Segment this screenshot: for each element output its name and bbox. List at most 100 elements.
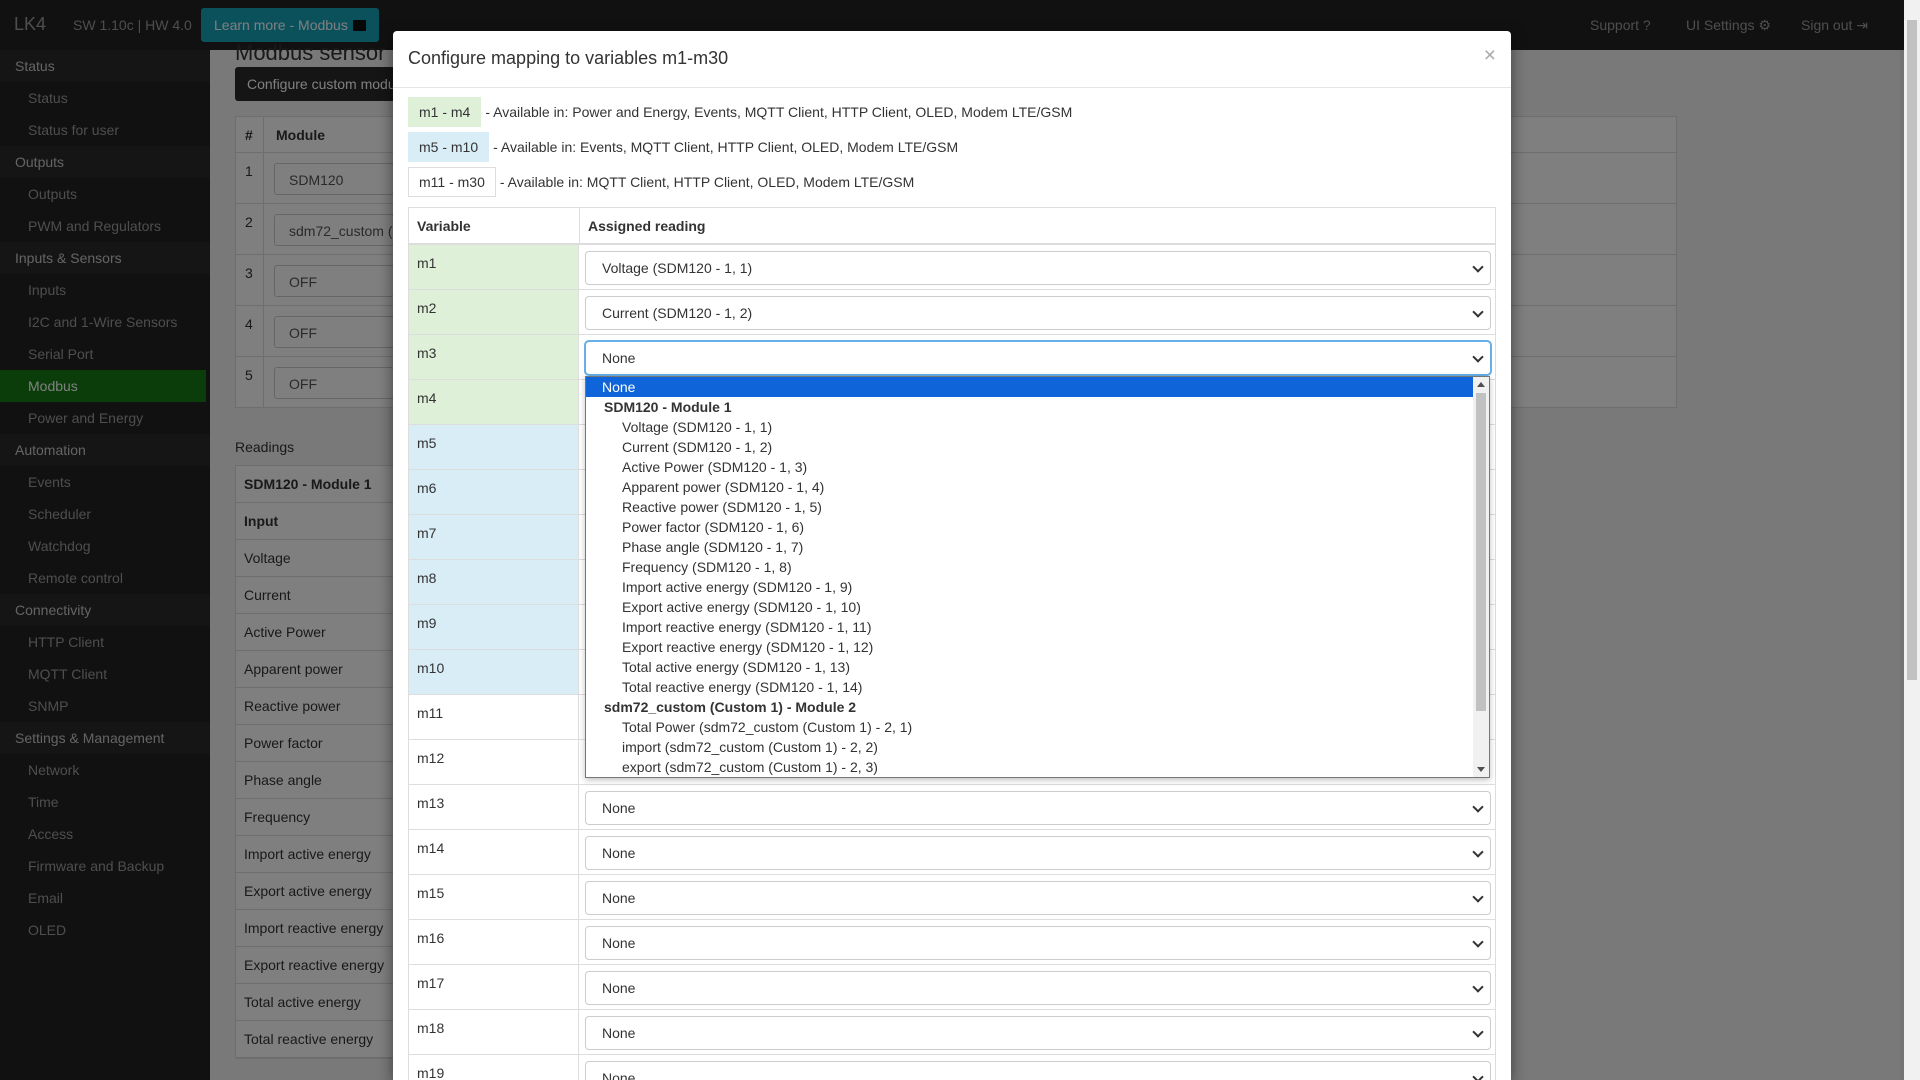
page-scrollbar[interactable]	[1904, 0, 1920, 1080]
dropdown-scrollbar[interactable]	[1473, 377, 1489, 777]
dropdown-option[interactable]: Import reactive energy (SDM120 - 1, 11)	[586, 617, 1489, 637]
chevron-down-icon	[1472, 261, 1484, 273]
select-value: None	[602, 1070, 636, 1080]
dropdown-option[interactable]: Voltage (SDM120 - 1, 1)	[586, 417, 1489, 437]
select-value: None	[602, 890, 636, 906]
legend-row-m5-m10: m5 - m10- Available in: Events, MQTT Cli…	[408, 132, 958, 162]
variable-label: m2	[409, 290, 579, 334]
dropdown-option[interactable]: Import active energy (SDM120 - 1, 9)	[586, 577, 1489, 597]
chevron-down-icon	[1472, 1026, 1484, 1038]
dropdown-scrollbar-thumb[interactable]	[1476, 393, 1486, 711]
modal-title: Configure mapping to variables m1-m30	[408, 48, 729, 68]
dropdown-option[interactable]: Phase angle (SDM120 - 1, 7)	[586, 537, 1489, 557]
legend-tag-m5-m10: m5 - m10	[408, 132, 490, 162]
reading-dropdown-list[interactable]: None SDM120 - Module 1 Voltage (SDM120 -…	[585, 376, 1490, 778]
select-value: None	[602, 350, 636, 366]
variable-label: m3	[409, 335, 579, 379]
variable-label: m18	[409, 1010, 579, 1054]
table-row: m16 None	[409, 920, 1495, 965]
select-value: None	[602, 935, 636, 951]
variable-label: m4	[409, 380, 579, 424]
chevron-down-icon	[1472, 1071, 1484, 1080]
table-row: m1 Voltage (SDM120 - 1, 1)	[409, 245, 1495, 290]
table-row: m19 None	[409, 1055, 1495, 1080]
reading-select[interactable]: None	[585, 791, 1491, 825]
select-value: None	[602, 800, 636, 816]
dropdown-option[interactable]: Export reactive energy (SDM120 - 1, 12)	[586, 637, 1489, 657]
select-value: None	[602, 1025, 636, 1041]
variable-label: m14	[409, 830, 579, 874]
legend-text-m1-m4: - Available in: Power and Energy, Events…	[485, 104, 1073, 120]
dropdown-option[interactable]: Current (SDM120 - 1, 2)	[586, 437, 1489, 457]
reading-select[interactable]: None	[585, 881, 1491, 915]
dropdown-option[interactable]: None	[586, 377, 1489, 397]
dropdown-option[interactable]: export (sdm72_custom (Custom 1) - 2, 3)	[586, 757, 1489, 777]
legend-row-m11-m30: m11 - m30- Available in: MQTT Client, HT…	[408, 167, 914, 197]
close-icon[interactable]: ×	[1484, 45, 1496, 66]
dropdown-option[interactable]: Total Power (sdm72_custom (Custom 1) - 2…	[586, 717, 1489, 737]
reading-select[interactable]: None	[585, 1016, 1491, 1050]
scroll-down-arrow-icon[interactable]	[1477, 767, 1485, 772]
table-row: m3 None	[409, 335, 1495, 380]
chevron-down-icon	[1472, 306, 1484, 318]
dropdown-option[interactable]: import (sdm72_custom (Custom 1) - 2, 2)	[586, 737, 1489, 757]
chevron-down-icon	[1472, 351, 1484, 363]
chevron-down-icon	[1472, 981, 1484, 993]
variable-label: m6	[409, 470, 579, 514]
chevron-down-icon	[1472, 801, 1484, 813]
chevron-down-icon	[1472, 891, 1484, 903]
column-header-assigned-reading: Assigned reading	[588, 218, 706, 234]
variable-label: m10	[409, 650, 579, 694]
reading-select-open[interactable]: None	[585, 341, 1491, 375]
reading-select[interactable]: None	[585, 926, 1491, 960]
select-value: Current (SDM120 - 1, 2)	[602, 305, 753, 321]
variable-label: m11	[409, 695, 579, 739]
table-row: m13 None	[409, 785, 1495, 830]
variable-label: m16	[409, 920, 579, 964]
dropdown-option[interactable]: Active Power (SDM120 - 1, 3)	[586, 457, 1489, 477]
scroll-up-arrow-icon[interactable]	[1477, 382, 1485, 387]
dropdown-group-header: SDM120 - Module 1	[604, 399, 732, 415]
reading-select[interactable]: Voltage (SDM120 - 1, 1)	[585, 251, 1491, 285]
dropdown-option[interactable]: Reactive power (SDM120 - 1, 5)	[586, 497, 1489, 517]
table-header-row: Variable Assigned reading	[409, 208, 1495, 245]
table-row: m14 None	[409, 830, 1495, 875]
chevron-down-icon	[1472, 936, 1484, 948]
reading-select[interactable]: Current (SDM120 - 1, 2)	[585, 296, 1491, 330]
page-scrollbar-thumb[interactable]	[1907, 20, 1917, 680]
variable-label: m15	[409, 875, 579, 919]
select-value: None	[602, 845, 636, 861]
legend-row-m1-m4: m1 - m4- Available in: Power and Energy,…	[408, 97, 1072, 127]
legend-text-m11-m30: - Available in: MQTT Client, HTTP Client…	[499, 174, 915, 190]
table-row: m18 None	[409, 1010, 1495, 1055]
column-header-variable: Variable	[417, 218, 471, 234]
dropdown-option[interactable]: Total reactive energy (SDM120 - 1, 14)	[586, 677, 1489, 697]
dropdown-option[interactable]: Apparent power (SDM120 - 1, 4)	[586, 477, 1489, 497]
reading-select[interactable]: None	[585, 836, 1491, 870]
variable-label: m7	[409, 515, 579, 559]
dropdown-option[interactable]: Frequency (SDM120 - 1, 8)	[586, 557, 1489, 577]
variable-label: m13	[409, 785, 579, 829]
variable-label: m5	[409, 425, 579, 469]
variable-label: m1	[409, 245, 579, 289]
legend-tag-m1-m4: m1 - m4	[408, 97, 482, 127]
dropdown-option[interactable]: Total active energy (SDM120 - 1, 13)	[586, 657, 1489, 677]
select-value: Voltage (SDM120 - 1, 1)	[602, 260, 753, 276]
table-row: m2 Current (SDM120 - 1, 2)	[409, 290, 1495, 335]
legend-text-m5-m10: - Available in: Events, MQTT Client, HTT…	[493, 139, 959, 155]
table-row: m15 None	[409, 875, 1495, 920]
variable-label: m19	[409, 1055, 579, 1080]
select-value: None	[602, 980, 636, 996]
variable-label: m8	[409, 560, 579, 604]
legend-tag-m11-m30: m11 - m30	[408, 167, 496, 197]
reading-select[interactable]: None	[585, 971, 1491, 1005]
reading-select[interactable]: None	[585, 1061, 1491, 1080]
dropdown-group-header: sdm72_custom (Custom 1) - Module 2	[604, 699, 857, 715]
variable-label: m17	[409, 965, 579, 1009]
variable-label: m9	[409, 605, 579, 649]
dropdown-option[interactable]: Power factor (SDM120 - 1, 6)	[586, 517, 1489, 537]
variable-label: m12	[409, 740, 579, 784]
dropdown-option[interactable]: Export active energy (SDM120 - 1, 10)	[586, 597, 1489, 617]
table-row: m17 None	[409, 965, 1495, 1010]
chevron-down-icon	[1472, 846, 1484, 858]
